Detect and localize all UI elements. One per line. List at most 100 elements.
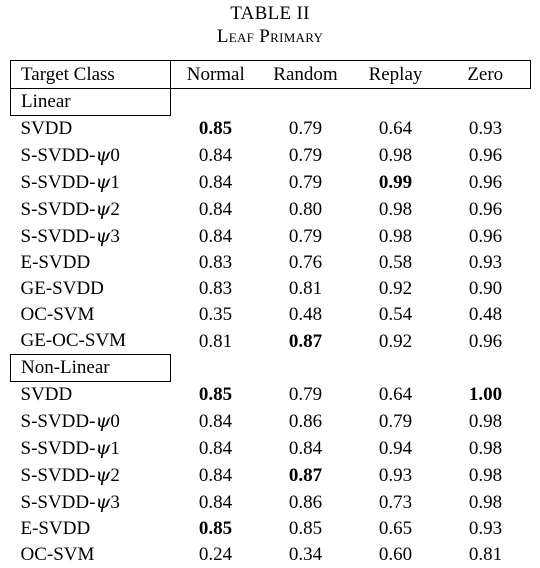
table-container: Target Class Normal Random Replay Zero L…	[10, 60, 531, 568]
row-label-text: S-SVDD-	[20, 438, 96, 460]
column-header-random: Random	[260, 60, 351, 90]
row-label: SVDD	[20, 118, 73, 140]
table-cell: 0.87	[261, 328, 351, 355]
section-blank-cell	[171, 89, 261, 116]
column-header-zero: Zero	[440, 60, 531, 90]
table-cell: 0.96	[441, 142, 531, 169]
section-blank-cell	[261, 89, 351, 116]
cell-value: 0.79	[288, 225, 323, 247]
cell-value: 0.81	[288, 278, 323, 300]
psi-index: 1	[110, 438, 120, 460]
cell-value: 0.87	[288, 464, 323, 486]
table-row: GE-OC-SVM 0.81 0.87 0.92 0.96	[11, 328, 531, 355]
row-label-text: S-SVDD-	[20, 411, 96, 433]
table-cell: 0.98	[351, 223, 441, 250]
table-cell: 0.24	[171, 542, 261, 568]
cell-value: 0.96	[468, 330, 503, 352]
table-row: S-SVDD-ψ2 0.84 0.87 0.93 0.98	[11, 462, 531, 489]
table-cell: 0.76	[261, 250, 351, 276]
table-cell: 0.87	[261, 462, 351, 489]
table-cell: 0.81	[441, 542, 531, 568]
section-blank-cell	[351, 89, 441, 116]
cell-value: 0.86	[288, 491, 323, 513]
cell-value: 0.98	[378, 198, 413, 220]
section-blank-cell	[261, 355, 351, 382]
row-label: GE-SVDD	[20, 278, 104, 300]
table-caption: TABLE II Leaf Primary	[0, 0, 540, 48]
psi-index: 0	[110, 145, 120, 167]
cell-value: 0.92	[378, 330, 413, 352]
table-cell: 0.84	[171, 408, 261, 435]
cell-value: 0.85	[198, 384, 233, 406]
table-cell: 0.93	[441, 250, 531, 276]
cell-value: 0.48	[468, 304, 503, 326]
cell-value: 0.93	[468, 252, 503, 274]
table-cell: 0.65	[351, 516, 441, 542]
cell-value: 0.35	[198, 304, 233, 326]
psi-index: 3	[110, 226, 120, 248]
psi-symbol: ψ	[95, 464, 111, 487]
cell-value: 0.79	[378, 410, 413, 432]
table-row: OC-SVM 0.24 0.34 0.60 0.81	[11, 542, 531, 568]
table-cell: 0.96	[441, 169, 531, 196]
cell-value: 0.98	[468, 410, 503, 432]
psi-index: 0	[110, 411, 120, 433]
table-title: Leaf Primary	[216, 26, 324, 48]
cell-value: 0.24	[198, 544, 233, 566]
table-cell: 0.96	[441, 328, 531, 355]
table-row: S-SVDD-ψ3 0.84 0.79 0.98 0.96	[11, 223, 531, 250]
row-label-text: S-SVDD-	[20, 226, 96, 248]
table-row: S-SVDD-ψ1 0.84 0.79 0.99 0.96	[11, 169, 531, 196]
table-cell: 0.64	[351, 116, 441, 143]
table-cell: 0.73	[351, 489, 441, 516]
psi-symbol: ψ	[95, 144, 111, 167]
table-cell: 0.35	[171, 302, 261, 328]
table-cell: 0.98	[441, 435, 531, 462]
cell-value: 0.79	[288, 144, 323, 166]
cell-value: 0.81	[468, 544, 503, 566]
cell-value: 0.93	[468, 118, 503, 140]
cell-value: 0.64	[378, 118, 413, 140]
cell-value: 0.99	[378, 171, 413, 193]
cell-value: 0.73	[378, 491, 413, 513]
row-label: S-SVDD-ψ0	[11, 408, 171, 435]
cell-value: 0.84	[198, 225, 233, 247]
psi-symbol: ψ	[95, 410, 111, 433]
table-cell: 0.84	[171, 169, 261, 196]
table-cell: 0.90	[441, 276, 531, 302]
cell-value: 0.79	[288, 171, 323, 193]
psi-index: 1	[110, 172, 120, 194]
row-label: S-SVDD-ψ2	[11, 462, 171, 489]
table-cell: 0.98	[441, 489, 531, 516]
cell-value: 0.98	[468, 464, 503, 486]
cell-value: 0.96	[468, 225, 503, 247]
table-row: S-SVDD-ψ1 0.84 0.84 0.94 0.98	[11, 435, 531, 462]
table-cell: 0.98	[351, 196, 441, 223]
table-cell: 0.96	[441, 196, 531, 223]
table-row: E-SVDD 0.85 0.85 0.65 0.93	[11, 516, 531, 542]
cell-value: 0.84	[198, 410, 233, 432]
table-cell: 0.79	[261, 116, 351, 143]
table-row: OC-SVM 0.35 0.48 0.54 0.48	[11, 302, 531, 328]
cell-value: 0.98	[378, 225, 413, 247]
table-cell: 0.84	[171, 142, 261, 169]
table-number: TABLE II	[230, 3, 310, 24]
table-cell: 0.86	[261, 408, 351, 435]
table-cell: 0.83	[171, 250, 261, 276]
table-cell: 0.85	[171, 382, 261, 409]
cell-value: 0.84	[198, 491, 233, 513]
row-label-text: S-SVDD-	[20, 145, 96, 167]
cell-value: 0.87	[288, 330, 323, 352]
table-row: S-SVDD-ψ0 0.84 0.86 0.79 0.98	[11, 408, 531, 435]
table-row: S-SVDD-ψ2 0.84 0.80 0.98 0.96	[11, 196, 531, 223]
table-body: Linear SVDD 0.85 0.79 0.64 0.93 S-SVDD-ψ0 0.84 0…	[10, 88, 531, 568]
table-cell: 0.84	[171, 223, 261, 250]
row-label: E-SVDD	[20, 252, 91, 274]
table-cell: 0.81	[171, 328, 261, 355]
cell-value: 0.98	[378, 144, 413, 166]
cell-value: 0.86	[288, 410, 323, 432]
table-cell: 0.93	[351, 462, 441, 489]
cell-value: 0.83	[198, 252, 233, 274]
table-cell: 0.93	[441, 516, 531, 542]
cell-value: 0.84	[198, 198, 233, 220]
